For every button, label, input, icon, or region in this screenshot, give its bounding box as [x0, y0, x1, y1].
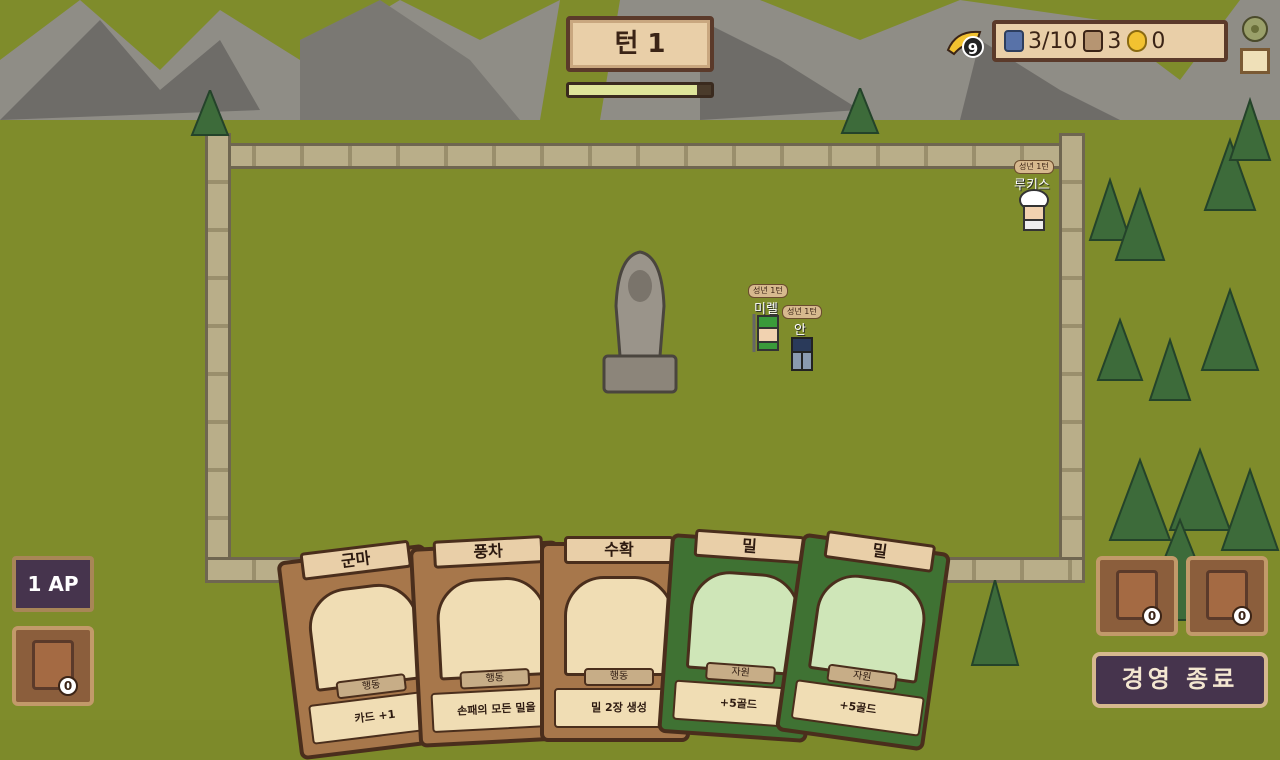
horn-count-badge: 9	[962, 36, 984, 58]
end-management-label: 경영 종료	[1121, 665, 1239, 693]
goddess-statue[interactable]	[600, 246, 680, 396]
wall-left	[205, 133, 231, 583]
turn-label: 턴 1	[614, 29, 666, 59]
card-title: 수확	[564, 536, 674, 564]
action-points-badge: 1 AP	[12, 556, 94, 612]
end-management-button[interactable]: 경영 종료	[1092, 652, 1268, 708]
farmer-portrait	[564, 576, 674, 676]
gold-stat: 0	[1127, 29, 1165, 54]
card-description: +5골드	[790, 679, 925, 737]
gold-coins-icon	[1127, 30, 1148, 52]
helmet-icon	[1004, 30, 1024, 52]
book-icon[interactable]	[1240, 48, 1270, 74]
turn-progress-bar	[566, 82, 714, 98]
card-type: 행동	[584, 668, 654, 686]
draw-pile-button[interactable]: 0	[12, 626, 94, 706]
card-type: 자원	[705, 661, 777, 685]
tree	[970, 580, 1020, 666]
resource-bar: 3/10 3 0	[992, 20, 1228, 62]
cards-value: 3	[1107, 28, 1122, 54]
cards-stat: 3	[1083, 29, 1121, 54]
gear-icon[interactable]	[1240, 14, 1270, 44]
tree	[840, 88, 880, 134]
chef-portrait	[434, 575, 550, 681]
population-value: 3/10	[1028, 28, 1078, 54]
right-pile-button[interactable]: 0	[1186, 556, 1268, 636]
draw-pile-count: 0	[58, 676, 78, 696]
card-type: 행동	[459, 667, 531, 690]
right-pile-count: 0	[1232, 606, 1252, 626]
turn-indicator: 턴 1	[566, 16, 714, 72]
left-pile-button[interactable]: 0	[1096, 556, 1178, 636]
hand-card[interactable]: 밀 자원 +5골드	[774, 529, 952, 752]
wall-top	[205, 143, 1085, 169]
turn-progress-fill	[569, 85, 697, 95]
card-title: 풍차	[432, 535, 544, 569]
unit-tag: 성년 1턴	[782, 305, 822, 319]
gold-value: 0	[1151, 28, 1166, 54]
chef-unit[interactable]	[1014, 188, 1054, 238]
wheat-icon	[807, 569, 931, 684]
population-stat: 3/10	[1004, 29, 1077, 54]
knight-unit[interactable]	[782, 334, 822, 384]
knight-portrait	[304, 579, 426, 692]
unit-tag: 성년 1턴	[748, 284, 788, 298]
tree	[190, 90, 230, 136]
scroll-icon	[1083, 30, 1104, 52]
unit-tag: 성년 1턴	[1014, 160, 1054, 174]
left-pile-count: 0	[1142, 606, 1162, 626]
ap-label: 1 AP	[27, 572, 79, 596]
